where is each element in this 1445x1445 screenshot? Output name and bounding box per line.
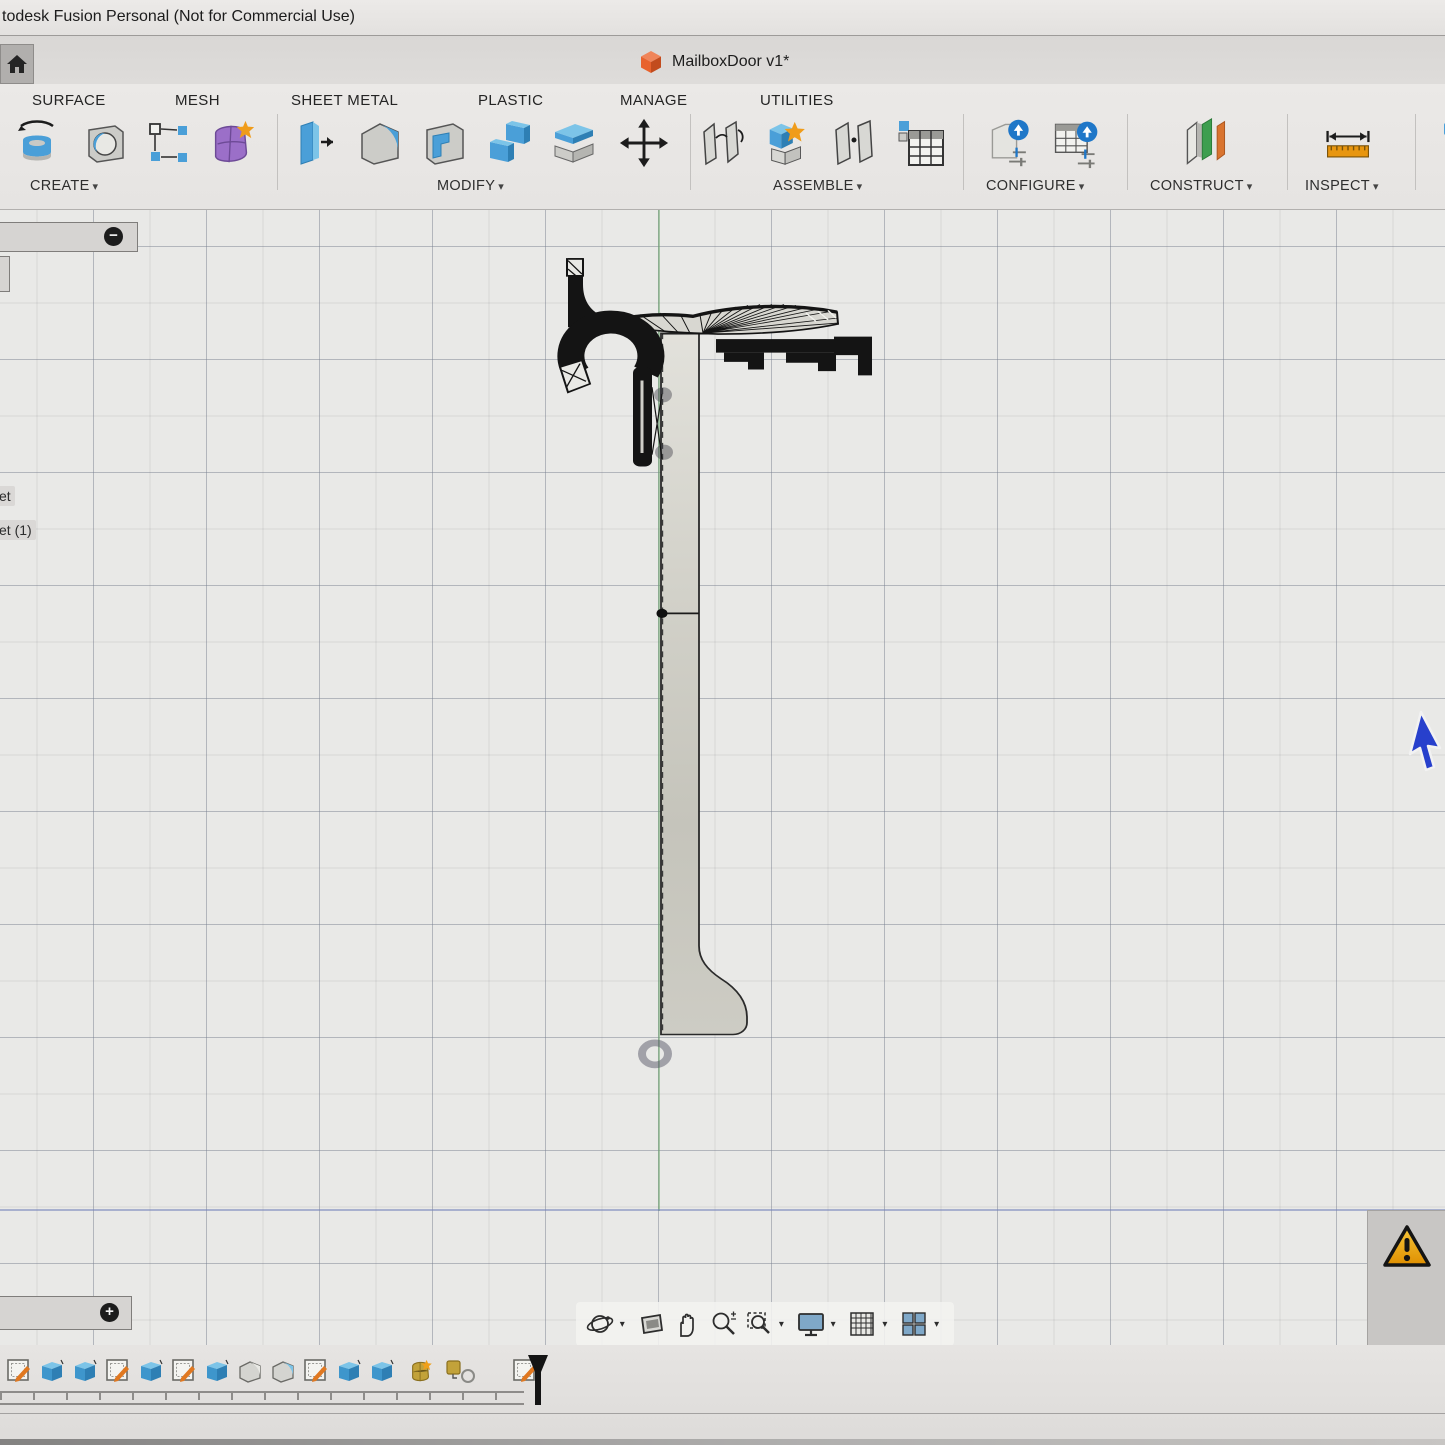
browser-item[interactable]: et [0, 486, 15, 506]
tab-mesh[interactable]: MESH [175, 92, 220, 109]
pan-icon[interactable] [672, 1308, 704, 1340]
timeline-feature-extrude[interactable] [369, 1357, 395, 1385]
timeline-items [6, 1357, 538, 1387]
window-bottom-separator [0, 1413, 1445, 1414]
group-create[interactable]: CREATE▾ [30, 178, 98, 194]
viewport-canvas[interactable]: − et et (1) + ▾ [0, 210, 1445, 1345]
ribbon-divider [1287, 114, 1288, 190]
chevron-down-icon: ▾ [1247, 181, 1253, 193]
timeline-feature-fillet[interactable] [237, 1357, 263, 1385]
combine-icon[interactable] [483, 116, 535, 170]
shell-icon[interactable] [418, 116, 470, 170]
chevron-down-icon: ▾ [857, 181, 863, 193]
orbit-icon[interactable] [584, 1308, 616, 1340]
timeline-feature-sketch[interactable] [303, 1357, 329, 1385]
timeline-feature-sketch[interactable] [171, 1357, 197, 1385]
timeline-feature-fillet[interactable] [270, 1357, 296, 1385]
collapse-button[interactable]: − [104, 227, 123, 246]
timeline-feature-sketch[interactable] [105, 1357, 131, 1385]
chevron-down-icon[interactable]: ▾ [831, 1319, 843, 1330]
ribbon-toolbar: SURFACE MESH SHEET METAL PLASTIC MANAGE … [0, 84, 1445, 210]
model-mailbox-door[interactable] [0, 210, 1445, 1345]
chevron-down-icon[interactable]: ▾ [620, 1319, 632, 1330]
zoom-icon[interactable] [707, 1308, 739, 1340]
chevron-down-icon: ▾ [1079, 181, 1085, 193]
timeline-feature-extrude[interactable] [204, 1357, 230, 1385]
ribbon-divider [1415, 114, 1416, 190]
chevron-down-icon: ▾ [93, 181, 99, 193]
new-component-icon[interactable] [762, 116, 814, 170]
home-button[interactable] [0, 44, 34, 84]
browser-item[interactable]: et (1) [0, 520, 36, 540]
home-icon [6, 54, 28, 74]
look-at-icon[interactable] [636, 1308, 668, 1340]
timeline-feature-extrude[interactable] [336, 1357, 362, 1385]
tab-strip: MailboxDoor v1* [0, 36, 1445, 84]
timeline-feature-sketch[interactable] [6, 1357, 32, 1385]
bom-table-icon[interactable] [895, 116, 947, 170]
chevron-down-icon[interactable]: ▾ [779, 1319, 791, 1330]
screen-bezel-edge [0, 1439, 1445, 1445]
tab-utilities[interactable]: UTILITIES [760, 92, 834, 109]
timeline-feature-extrude[interactable] [39, 1357, 65, 1385]
chevron-down-icon: ▾ [1373, 181, 1379, 193]
form-icon[interactable] [206, 116, 258, 170]
browser-edge-strip [0, 256, 10, 292]
tab-sheet-metal[interactable]: SHEET METAL [291, 92, 398, 109]
timeline-feature-extrude[interactable] [138, 1357, 164, 1385]
joint-icon[interactable] [698, 116, 750, 170]
timeline-feature-form[interactable] [408, 1357, 434, 1385]
timeline-feature-base[interactable] [445, 1357, 479, 1385]
tab-manage[interactable]: MANAGE [620, 92, 687, 109]
timeline-ruler[interactable] [0, 1391, 524, 1405]
title-bar: todesk Fusion Personal (Not for Commerci… [0, 0, 1445, 36]
group-configure[interactable]: CONFIGURE▾ [986, 178, 1085, 194]
construct-plane-icon[interactable] [1180, 116, 1232, 170]
document-tab[interactable]: MailboxDoor v1* [640, 42, 789, 82]
fillet-icon[interactable] [353, 116, 405, 170]
group-inspect[interactable]: INSPECT▾ [1305, 178, 1379, 194]
ribbon-divider [690, 114, 691, 190]
ribbon-divider [277, 114, 278, 190]
navigation-toolbar: ▾ ▾ [576, 1302, 954, 1345]
document-name: MailboxDoor v1* [672, 53, 789, 71]
mouse-cursor [1406, 710, 1445, 794]
chevron-down-icon[interactable]: ▾ [934, 1319, 946, 1330]
grid-settings-icon[interactable] [847, 1308, 879, 1340]
revolve-icon[interactable] [14, 116, 66, 170]
partial-tool-icon[interactable] [1425, 116, 1445, 170]
timeline-feature-extrude[interactable] [72, 1357, 98, 1385]
window-zoom-icon[interactable] [743, 1308, 775, 1340]
display-settings-icon[interactable] [795, 1308, 827, 1340]
ribbon-divider [1127, 114, 1128, 190]
group-modify[interactable]: MODIFY▾ [437, 178, 504, 194]
press-pull-icon[interactable] [290, 116, 342, 170]
notification-panel [1367, 1210, 1445, 1345]
chevron-down-icon[interactable]: ▾ [882, 1319, 894, 1330]
tab-plastic[interactable]: PLASTIC [478, 92, 543, 109]
split-body-icon[interactable] [548, 116, 600, 170]
expand-button[interactable]: + [100, 1303, 119, 1322]
timeline-bar [0, 1345, 1445, 1445]
measure-icon[interactable] [1322, 116, 1374, 170]
sketch-dimension-icon[interactable] [143, 116, 195, 170]
orange-cube-icon [640, 50, 662, 74]
viewports-icon[interactable] [898, 1308, 930, 1340]
ribbon-divider [963, 114, 964, 190]
group-construct[interactable]: CONSTRUCT▾ [1150, 178, 1253, 194]
as-built-joint-icon[interactable] [828, 116, 880, 170]
chevron-down-icon: ▾ [498, 181, 504, 193]
tab-surface[interactable]: SURFACE [32, 92, 106, 109]
window-title: todesk Fusion Personal (Not for Commerci… [2, 8, 355, 26]
group-assemble[interactable]: ASSEMBLE▾ [773, 178, 862, 194]
move-icon[interactable] [618, 116, 670, 170]
configuration-table-icon[interactable] [1050, 116, 1102, 170]
timeline-playhead[interactable] [527, 1355, 549, 1405]
hole-icon[interactable] [80, 116, 132, 170]
warning-triangle-icon[interactable] [1382, 1224, 1432, 1270]
configuration-icon[interactable] [985, 116, 1037, 170]
